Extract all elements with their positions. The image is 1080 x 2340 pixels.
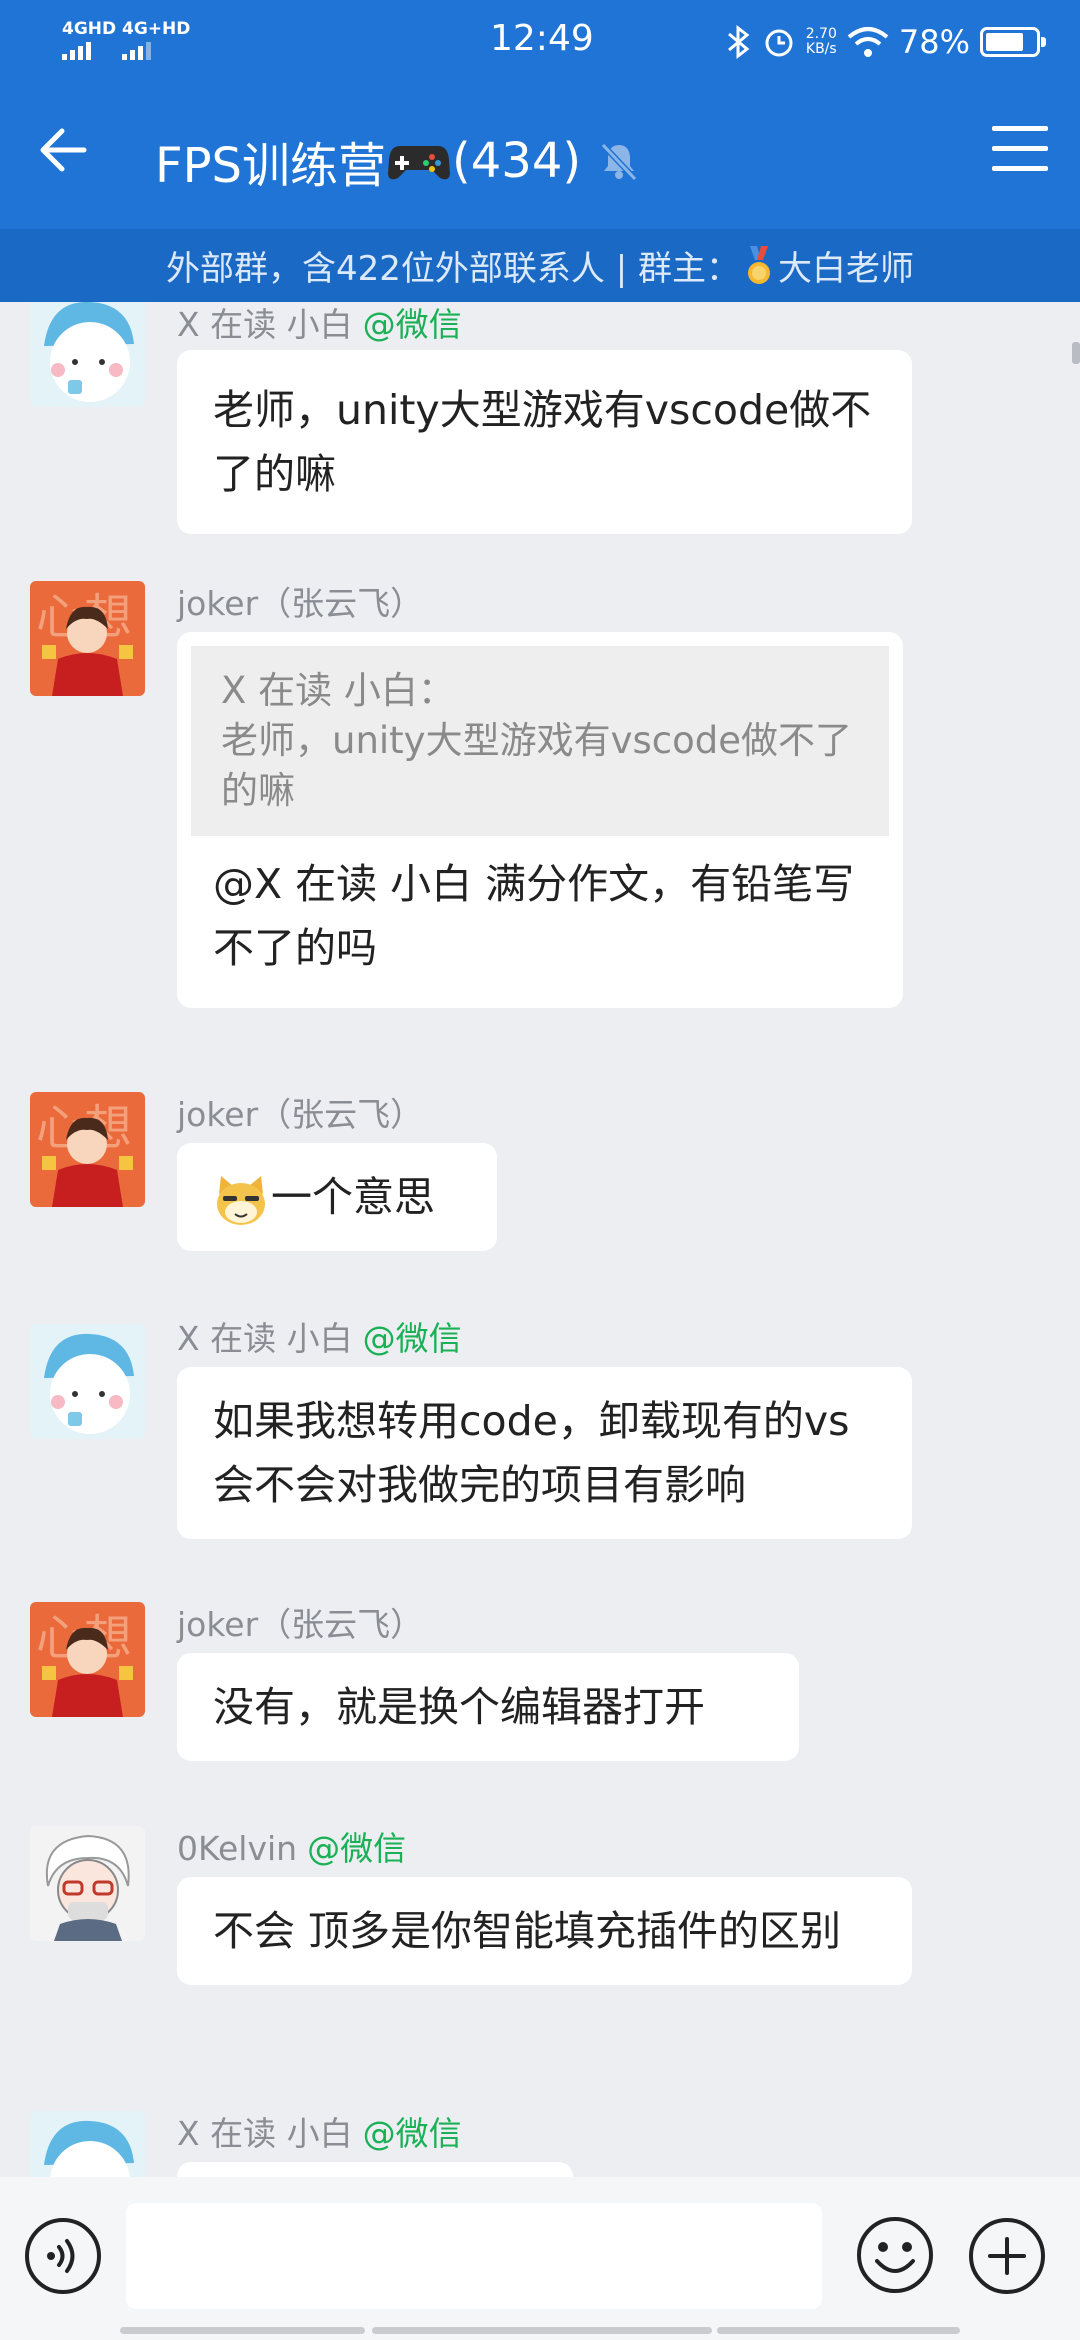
bluetooth-icon	[727, 25, 750, 59]
kelvin-avatar[interactable]	[30, 1826, 145, 1941]
wechat-tag: @微信	[307, 1829, 407, 1868]
message-list[interactable]: X 在读 小白@微信 老师，unity大型游戏有vscode做不了的嘛 心想 j…	[0, 302, 1080, 2177]
subtitle-text: 外部群，含422位外部联系人 | 群主：	[166, 249, 740, 289]
sender-label: X 在读 小白	[177, 305, 353, 344]
net-speed: 2.70 KB/s	[806, 27, 837, 57]
joker-avatar-image: 心想	[30, 1092, 145, 1207]
network-label-1: 4GHD	[62, 19, 117, 39]
input-bar	[0, 2177, 1080, 2340]
message-bubble[interactable]: 没有，就是换个编辑器打开	[177, 1653, 799, 1761]
sender-label: joker（张云飞）	[177, 584, 424, 623]
message-bubble[interactable]: 老师，unity大型游戏有vscode做不了的嘛	[177, 350, 912, 534]
sender-name: X 在读 小白 @微信	[177, 302, 462, 346]
status-icons: 2.70 KB/s 78%	[726, 20, 1046, 64]
gamepad-icon	[388, 146, 451, 180]
wechat-tag: @微信	[362, 305, 462, 344]
message-bubble[interactable]: 不会 顶多是你智能填充插件的区别	[177, 1877, 912, 1985]
joker-avatar[interactable]: 心想	[30, 1602, 145, 1717]
sender-label: 0Kelvin	[177, 1829, 298, 1868]
network-label-2: 4G+HD	[122, 19, 191, 39]
bear-avatar[interactable]	[30, 1324, 145, 1439]
message-text: 一个意思	[271, 1173, 435, 1221]
battery-icon	[980, 27, 1046, 57]
group-subtitle: 外部群，含422位外部联系人 | 群主： 大白老师	[0, 229, 1080, 302]
menu-icon[interactable]	[992, 126, 1048, 176]
sender-name: 0Kelvin @微信	[177, 1822, 406, 1870]
signal-bars-icon	[122, 42, 190, 60]
owner-name: 大白老师	[777, 249, 914, 289]
sender-label: X 在读 小白	[177, 1319, 353, 1358]
signal-indicator-2: 4G+HD	[122, 20, 190, 60]
sender-name: joker（张云飞）	[177, 1088, 423, 1136]
battery-percent: 78%	[898, 23, 970, 61]
joker-avatar-image: 心想	[30, 1602, 145, 1717]
sender-name: joker（张云飞）	[177, 1598, 423, 1646]
net-speed-unit: KB/s	[805, 41, 837, 57]
back-arrow-icon[interactable]	[32, 118, 96, 182]
wifi-icon	[847, 27, 889, 57]
sender-label: joker（张云飞）	[177, 1605, 424, 1644]
bear-avatar[interactable]	[30, 2111, 145, 2177]
group-name: FPS训练营	[155, 138, 387, 194]
top-bar: 4GHD 4G+HD 12:49 2.70 KB/s 78% FPS训练营 (43…	[0, 0, 1080, 302]
voice-icon[interactable]	[24, 2217, 102, 2295]
signal-indicator-1: 4GHD	[62, 20, 116, 60]
sender-label: X 在读 小白	[177, 2114, 353, 2153]
bear-avatar-image	[30, 302, 145, 407]
wechat-tag: @微信	[362, 1319, 462, 1358]
message-text: 没有，就是换个编辑器打开	[213, 1683, 705, 1731]
sender-name: X 在读 小白 @微信	[177, 1312, 462, 1360]
chat-header: FPS训练营 (434)	[0, 84, 1080, 229]
group-title[interactable]: FPS训练营 (434)	[155, 126, 641, 196]
message-bubble[interactable]: 一个意思	[177, 1143, 497, 1251]
joker-avatar-image: 心想	[30, 581, 145, 696]
joker-avatar[interactable]: 心想	[30, 581, 145, 696]
alarm-icon	[765, 29, 793, 57]
scrollbar[interactable]	[1072, 342, 1080, 364]
message-text: 如果我想转用code，卸载现有的vs会不会对我做完的项目有影响	[213, 1397, 850, 1509]
message-bubble[interactable]: X 在读 小白： 老师，unity大型游戏有vscode做不了的嘛 @X 在读 …	[177, 632, 903, 1008]
doge-cat-emoji	[217, 1176, 265, 1225]
sender-label: joker（张云飞）	[177, 1095, 424, 1134]
message-text: 不会 顶多是你智能填充插件的区别	[213, 1907, 842, 1955]
signal-bars-icon	[62, 42, 116, 60]
kelvin-avatar-image	[30, 1826, 145, 1941]
sender-name: X 在读 小白 @微信	[177, 2107, 462, 2155]
bottom-scroll-indicator	[0, 2327, 1080, 2337]
battery-fill	[986, 33, 1023, 51]
wechat-tag: @微信	[362, 2114, 462, 2153]
message-text: @X 在读 小白 满分作文，有铅笔写不了的吗	[213, 860, 855, 972]
mute-bell-icon	[600, 142, 638, 182]
bear-avatar-image	[30, 2111, 145, 2177]
sender-name: joker（张云飞）	[177, 577, 423, 625]
message-bubble[interactable]	[177, 2162, 573, 2177]
medal-icon	[747, 245, 770, 284]
message-bubble[interactable]: 如果我想转用code，卸载现有的vs会不会对我做完的项目有影响	[177, 1367, 912, 1539]
member-count: (434)	[452, 133, 582, 189]
quoted-message[interactable]: X 在读 小白： 老师，unity大型游戏有vscode做不了的嘛	[191, 646, 889, 836]
clock: 12:49	[490, 18, 594, 59]
bear-avatar[interactable]	[30, 302, 145, 407]
emoji-icon[interactable]	[855, 2215, 935, 2295]
quote-text: 老师，unity大型游戏有vscode做不了的嘛	[221, 719, 852, 812]
bear-avatar-image	[30, 1324, 145, 1439]
status-bar: 4GHD 4G+HD 12:49 2.70 KB/s 78%	[0, 0, 1080, 84]
joker-avatar[interactable]: 心想	[30, 1092, 145, 1207]
plus-icon[interactable]	[968, 2217, 1046, 2295]
message-input[interactable]	[126, 2203, 822, 2309]
message-text: 老师，unity大型游戏有vscode做不了的嘛	[213, 386, 872, 498]
quote-author: X 在读 小白：	[221, 669, 455, 712]
net-speed-value: 2.70	[805, 26, 837, 42]
